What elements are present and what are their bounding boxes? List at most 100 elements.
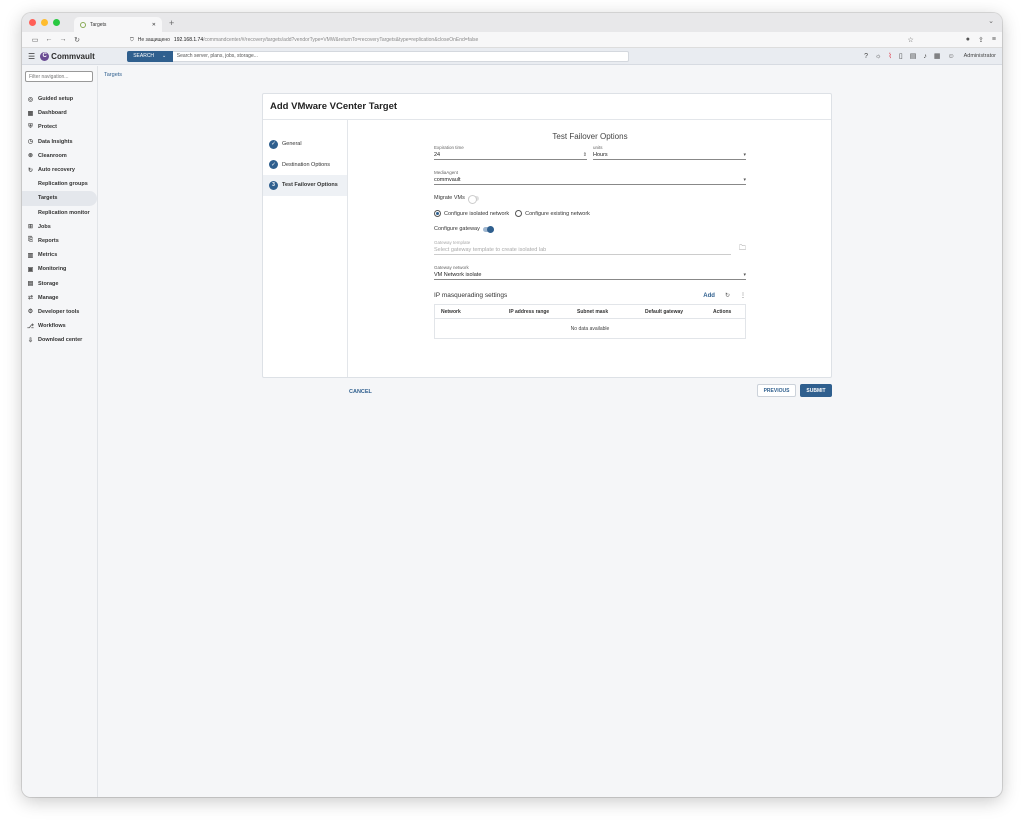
previous-button[interactable]: PREVIOUS	[757, 384, 796, 397]
chevron-down-icon: ▾	[743, 271, 746, 278]
alert-pulse-icon[interactable]: ⌇	[888, 52, 891, 60]
expiration-time-input[interactable]: 24 ⇕	[434, 150, 587, 160]
sidebar: Filter navigation... ◎ Guided setup ▦ Dashb…	[22, 66, 98, 797]
search-scope-button[interactable]: SEARCH ⌄	[126, 50, 173, 62]
units-select[interactable]: Hours ▾	[593, 150, 746, 160]
migrate-vms-toggle[interactable]	[467, 194, 479, 204]
app-header: ☰ C Commvault SEARCH ⌄ Search server, pl…	[22, 48, 1002, 65]
check-icon: ✓	[269, 139, 278, 149]
global-search-input[interactable]: Search server, plans, jobs, storage...	[172, 50, 629, 62]
sidebar-item-metrics[interactable]: ▥ Metrics	[22, 248, 97, 262]
hamburger-menu-icon[interactable]: ☰	[28, 52, 35, 61]
sidebar-item-targets[interactable]: Targets	[22, 191, 97, 206]
sidebar-item-label: Download center	[38, 337, 83, 344]
sidebar-item-label: Metrics	[38, 252, 58, 259]
step-test-failover-options[interactable]: 3 Test Failover Options	[263, 175, 347, 196]
notification-bell-icon[interactable]: ♪	[923, 53, 927, 60]
configure-gateway-toggle[interactable]	[482, 225, 494, 233]
commvault-logo-icon: C	[40, 51, 50, 61]
document-icon[interactable]: ▤	[910, 52, 917, 60]
favicon-icon	[80, 21, 86, 28]
sidebar-item-data-insights[interactable]: ◷ Data Insights	[22, 135, 97, 149]
isolated-network-radio[interactable]	[434, 210, 441, 217]
user-name[interactable]: Administrator	[964, 53, 996, 59]
sidebar-item-storage[interactable]: ▤ Storage	[22, 276, 97, 290]
sidebar-item-protect[interactable]: ⛨ Protect	[22, 120, 97, 134]
sidebar-item-download-center[interactable]: ⇩ Download center	[22, 333, 97, 347]
back-icon[interactable]: ←	[42, 36, 56, 43]
monitoring-icon: ▣	[27, 266, 34, 273]
minimize-window-button[interactable]	[41, 19, 48, 26]
sidebar-item-manage[interactable]: ⇄ Manage	[22, 291, 97, 305]
sidebar-item-cleanroom[interactable]: ⊛ Cleanroom	[22, 149, 97, 163]
close-window-button[interactable]	[29, 19, 36, 26]
protect-icon: ⛨	[28, 123, 33, 130]
units-value: Hours	[593, 151, 608, 158]
empty-table-message: No data available	[570, 325, 610, 332]
new-tab-button[interactable]: +	[169, 18, 174, 28]
url-host: 192.168.1.74	[173, 36, 204, 43]
more-options-icon[interactable]: ⋮	[740, 292, 746, 299]
gateway-network-select[interactable]: VM Network isolate ▾	[434, 270, 746, 280]
sidebar-item-monitoring[interactable]: ▣ Monitoring	[22, 262, 97, 276]
step-general[interactable]: ✓ General	[263, 134, 347, 155]
filter-navigation-input[interactable]: Filter navigation...	[25, 71, 93, 82]
brand-logo[interactable]: C Commvault	[40, 51, 95, 61]
sidebar-item-auto-recovery[interactable]: ↻ Auto recovery	[22, 163, 97, 177]
tab-close-icon[interactable]: ✕	[152, 22, 156, 28]
column-header[interactable]: Default gateway	[639, 309, 707, 315]
sidebar-item-label: Protect	[38, 124, 57, 131]
dashboard-icon: ▦	[27, 110, 34, 117]
user-icon[interactable]: ☺	[947, 53, 954, 60]
bookmark-star-icon[interactable]: ☆	[908, 36, 914, 44]
sidebar-item-label: Reports	[38, 237, 59, 244]
column-header[interactable]: Network	[435, 309, 503, 315]
ip-masquerading-title: IP masquerading settings	[434, 292, 508, 299]
tab-list-chevron-icon[interactable]: ⌄	[988, 17, 994, 25]
submit-button[interactable]: SUBMIT	[800, 384, 832, 397]
share-icon[interactable]: ⇪	[978, 36, 984, 44]
mediaagent-select[interactable]: commvault ▾	[434, 175, 746, 185]
sidebar-item-guided-setup[interactable]: ◎ Guided setup	[22, 92, 97, 106]
url-path: /commandcenter/#/recovery/targets/add?ve…	[203, 36, 479, 43]
tab-bar: Targets ✕ + ⌄	[22, 13, 1002, 32]
window-controls	[29, 19, 60, 26]
cancel-button[interactable]: CANCEL	[349, 389, 372, 395]
folder-browse-icon[interactable]: 🗀	[739, 244, 746, 255]
refresh-icon[interactable]: ↻	[725, 292, 730, 299]
sidebar-item-dashboard[interactable]: ▦ Dashboard	[22, 106, 97, 120]
sidebar-item-reports[interactable]: ⎘ Reports	[22, 234, 97, 248]
sidebar-item-workflows[interactable]: ⎇ Workflows	[22, 319, 97, 333]
sidebar-item-jobs[interactable]: ⊞ Jobs	[22, 220, 97, 234]
reload-icon[interactable]: ↻	[70, 36, 84, 44]
search-scope-label: SEARCH	[133, 53, 155, 59]
step-destination-options[interactable]: ✓ Destination Options	[263, 155, 347, 176]
tab-title: Targets	[90, 21, 107, 28]
forward-icon[interactable]: →	[56, 36, 70, 43]
extension-icon[interactable]: ●	[966, 36, 970, 44]
calendar-icon[interactable]: ▦	[934, 52, 941, 60]
gateway-template-placeholder: Select gateway template to create isolat…	[434, 246, 547, 253]
help-icon[interactable]: ?	[864, 53, 868, 60]
sidebar-item-replication-monitor[interactable]: Replication monitor	[22, 206, 97, 220]
add-ip-button[interactable]: Add	[703, 293, 715, 299]
gateway-template-input[interactable]: Select gateway template to create isolat…	[434, 245, 731, 255]
breadcrumb[interactable]: Targets	[104, 72, 122, 78]
wizard-steps: ✓ General ✓ Destination Options 3 Test F…	[263, 120, 348, 377]
sidebar-item-replication-groups[interactable]: Replication groups	[22, 177, 97, 191]
menu-icon[interactable]: ≡	[992, 36, 996, 44]
url-field[interactable]: ⛉ Не защищено 192.168.1.74/commandcenter…	[130, 37, 908, 43]
maximize-window-button[interactable]	[53, 19, 60, 26]
column-header[interactable]: Subnet mask	[571, 309, 639, 315]
filter-placeholder: Filter navigation...	[29, 73, 69, 80]
sidebar-item-developer-tools[interactable]: ⚙ Developer tools	[22, 305, 97, 319]
browser-tab[interactable]: Targets ✕	[74, 17, 162, 32]
column-header[interactable]: IP address range	[503, 309, 571, 315]
console-icon[interactable]: ▯	[899, 52, 903, 60]
existing-network-radio[interactable]	[515, 210, 523, 217]
table-header-row: Network IP address range Subnet mask Def…	[435, 305, 745, 319]
sidebar-toggle-icon[interactable]: ▭	[28, 36, 42, 44]
stepper-icon[interactable]: ⇕	[583, 152, 587, 158]
step-label: Test Failover Options	[282, 182, 338, 189]
theme-icon[interactable]: ☼	[875, 53, 881, 60]
